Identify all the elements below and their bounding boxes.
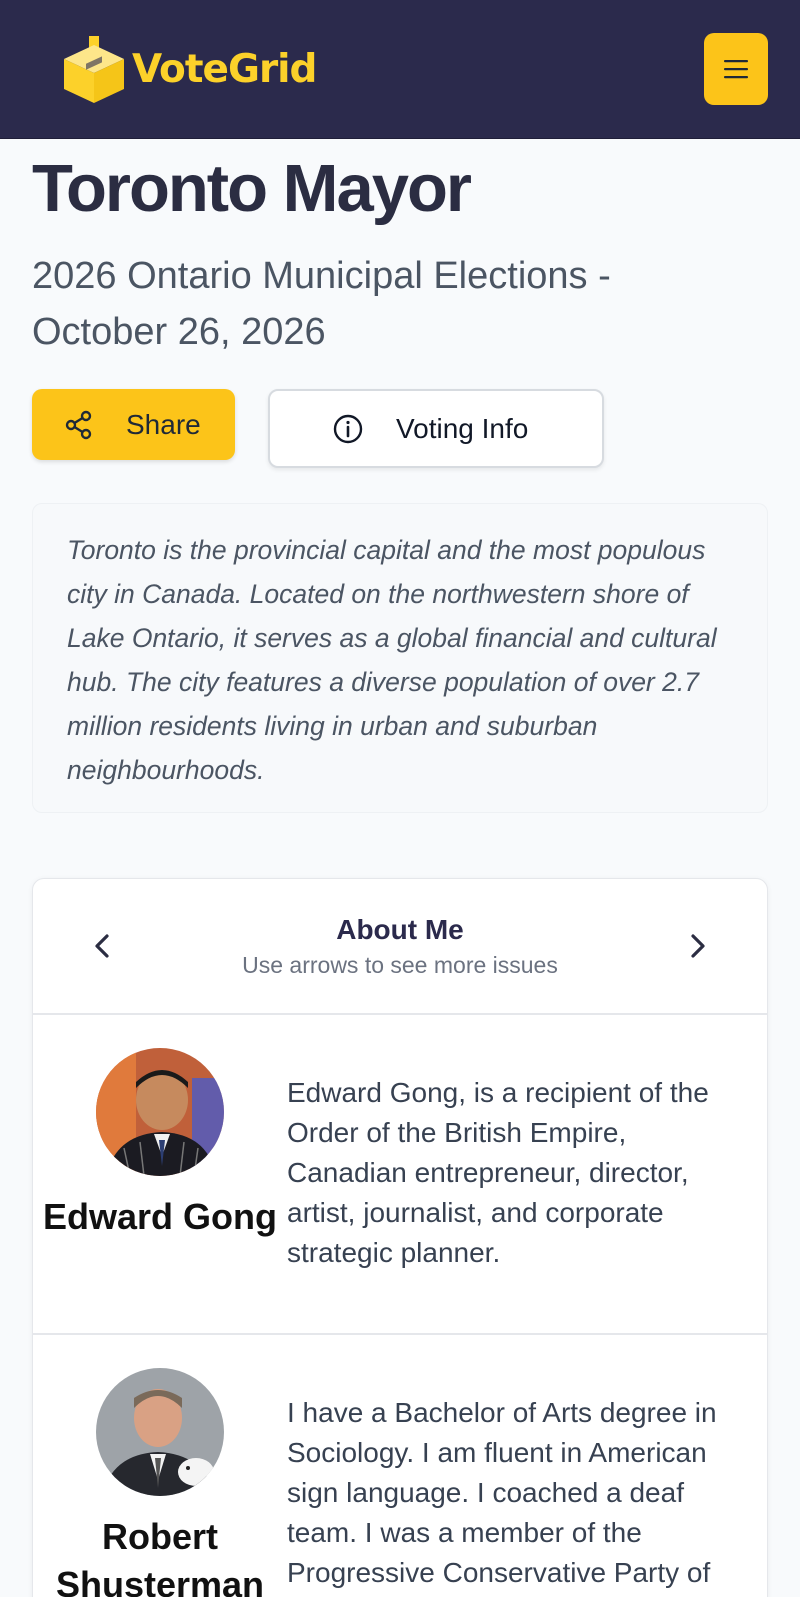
issue-selector: About Me Use arrows to see more issues: [33, 879, 767, 1015]
info-icon: [333, 414, 363, 443]
brand-name: VoteGrid: [132, 46, 317, 92]
voting-info-button[interactable]: Voting Info: [268, 389, 604, 468]
next-issue-button[interactable]: [681, 929, 715, 963]
candidate-photo: [96, 1048, 224, 1176]
share-button[interactable]: Share: [32, 389, 235, 460]
issue-hint: Use arrows to see more issues: [242, 951, 558, 978]
brand-logo-link[interactable]: VoteGrid: [62, 33, 317, 105]
candidate-photo: [96, 1368, 224, 1496]
ballot-box-icon: [64, 34, 124, 103]
chevron-left-icon: [95, 934, 109, 958]
issue-title: About Me: [336, 913, 464, 945]
election-subtitle: 2026 Ontario Municipal Elections - Octob…: [32, 255, 611, 353]
issues-card: About Me Use arrows to see more issues E…: [32, 878, 768, 1597]
prev-issue-button[interactable]: [85, 929, 119, 963]
candidate-bio: Edward Gong, is a recipient of the Order…: [287, 1077, 709, 1268]
candidate-row: Robert Shusterman I have a Bachelor of A…: [33, 1335, 767, 1597]
candidate-name[interactable]: Edward Gong: [33, 1193, 287, 1241]
candidate-name[interactable]: Robert Shusterman: [33, 1513, 287, 1597]
menu-button[interactable]: [704, 33, 768, 105]
chevron-right-icon: [691, 934, 705, 958]
candidate-avatar[interactable]: [96, 1368, 224, 1496]
candidate-avatar[interactable]: [96, 1048, 224, 1176]
top-navbar: VoteGrid: [0, 0, 800, 139]
city-description: Toronto is the provincial capital and th…: [67, 535, 717, 785]
share-icon: [65, 410, 92, 439]
city-description-box: Toronto is the provincial capital and th…: [32, 503, 768, 813]
voting-info-label: Voting Info: [396, 412, 529, 444]
share-label: Share: [126, 408, 201, 440]
candidate-bio: I have a Bachelor of Arts degree in Soci…: [287, 1397, 717, 1588]
hamburger-icon: [724, 60, 748, 79]
issue-heading: About Me Use arrows to see more issues: [242, 914, 558, 979]
candidate-row: Edward Gong Edward Gong, is a recipient …: [33, 1015, 767, 1335]
page-title: Toronto Mayor: [32, 151, 472, 226]
